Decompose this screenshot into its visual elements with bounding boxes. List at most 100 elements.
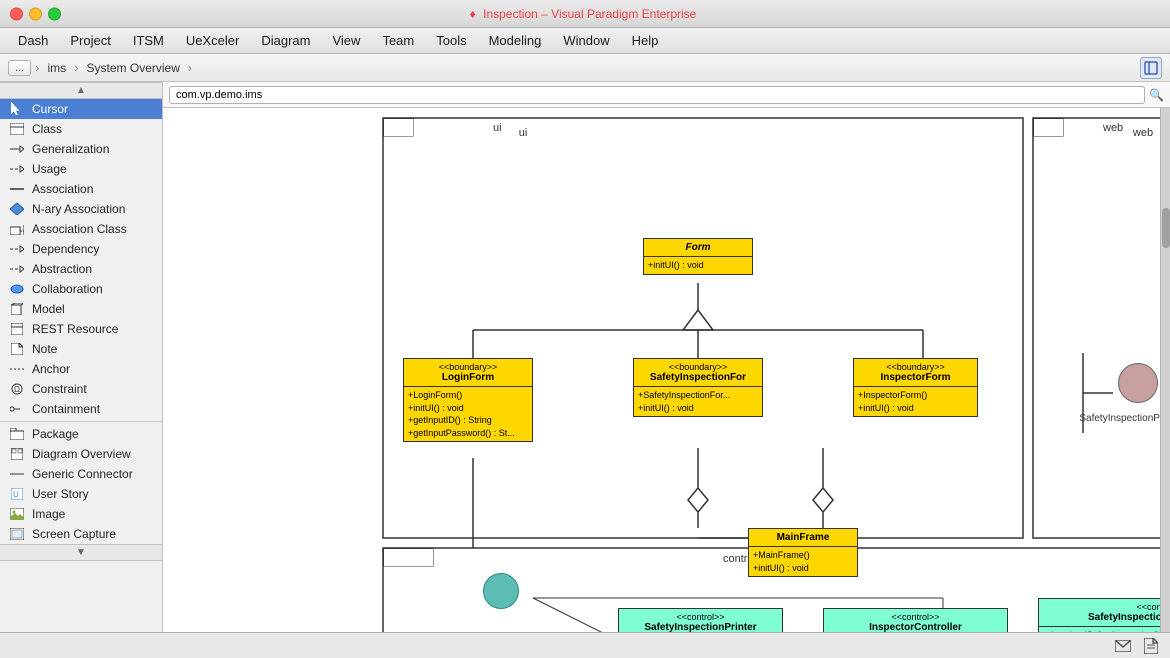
- sidebar-item-nary[interactable]: N-ary Association: [0, 199, 162, 219]
- association-class-icon: [8, 222, 26, 236]
- safety-inspection-page-label: SafetyInspectionPage: [1063, 413, 1160, 424]
- sidebar-label-user-story: User Story: [32, 487, 89, 501]
- sidebar-item-note[interactable]: Note: [0, 339, 162, 359]
- diagram-canvas[interactable]: ui web controller: [163, 108, 1160, 632]
- sidebar-scroll-up[interactable]: ▲: [0, 82, 162, 99]
- safety-inspection-form-box[interactable]: <<boundary>> SafetyInspectionFor +Safety…: [633, 358, 763, 417]
- generic-connector-icon: [8, 467, 26, 481]
- back-button[interactable]: ...: [8, 60, 31, 76]
- sidebar-item-dependency[interactable]: Dependency: [0, 239, 162, 259]
- breadcrumb-sep1: ›: [35, 60, 39, 75]
- sidebar-item-image[interactable]: Image: [0, 504, 162, 524]
- inspector-form-box[interactable]: <<boundary>> InspectorForm +InspectorFor…: [853, 358, 978, 417]
- sidebar-label-association: Association: [32, 182, 93, 196]
- safety-inspection-page-circle[interactable]: [1118, 363, 1158, 403]
- file-button[interactable]: [1140, 635, 1162, 657]
- maximize-button[interactable]: [48, 7, 61, 20]
- mail-button[interactable]: [1112, 635, 1134, 657]
- scrollbar-thumb[interactable]: [1162, 208, 1170, 248]
- minimize-button[interactable]: [29, 7, 42, 20]
- breadcrumb-dropdown[interactable]: ›: [188, 61, 192, 75]
- sidebar-label-dependency: Dependency: [32, 242, 99, 256]
- web-label: web: [1103, 122, 1123, 134]
- menu-item-help[interactable]: Help: [622, 31, 669, 50]
- safety-inspection-printer-box[interactable]: <<control>> SafetyInspectionPrinter +pri…: [618, 608, 783, 632]
- abstraction-icon: [8, 262, 26, 276]
- screen-capture-icon: [8, 527, 26, 541]
- safety-inspection-pda-controller-box[interactable]: <<control>> SafetyInspectionPDAControlle…: [1038, 598, 1160, 632]
- menu-item-tools[interactable]: Tools: [426, 31, 476, 50]
- sidebar-item-user-story[interactable]: U User Story: [0, 484, 162, 504]
- sidebar-item-package[interactable]: Package: [0, 424, 162, 444]
- sidebar-item-screen-capture[interactable]: Screen Capture: [0, 524, 162, 544]
- anchor-icon: [8, 362, 26, 376]
- sidebar-label-note: Note: [32, 342, 57, 356]
- close-button[interactable]: [10, 7, 23, 20]
- search-input[interactable]: [169, 86, 1145, 104]
- sidebar-item-generalization[interactable]: Generalization: [0, 139, 162, 159]
- sidebar-label-containment: Containment: [32, 402, 100, 416]
- form-box[interactable]: Form +initUI() : void: [643, 238, 753, 275]
- form-body: +initUI() : void: [644, 257, 752, 274]
- class-icon: [8, 122, 26, 136]
- menu-item-dash[interactable]: Dash: [8, 31, 58, 50]
- menu-item-modeling[interactable]: Modeling: [479, 31, 552, 50]
- sidebar-label-rest: REST Resource: [32, 322, 118, 336]
- breadcrumb-system-overview[interactable]: System Overview: [83, 61, 184, 75]
- sidebar-item-diagram-overview[interactable]: Diagram Overview: [0, 444, 162, 464]
- sidebar-item-containment[interactable]: Containment: [0, 399, 162, 419]
- sidebar-label-cursor: Cursor: [32, 102, 68, 116]
- window-title: ♦ Inspection – Visual Paradigm Enterpris…: [470, 7, 701, 21]
- sidebar-label-generic-connector: Generic Connector: [32, 467, 133, 481]
- sidebar-item-anchor[interactable]: Anchor: [0, 359, 162, 379]
- sidebar-label-association-class: Association Class: [32, 222, 127, 236]
- sidebar-label-generalization: Generalization: [32, 142, 109, 156]
- scrollbar[interactable]: [1160, 108, 1170, 632]
- breadcrumb: ... › ims › System Overview ›: [0, 54, 1170, 82]
- menu-item-uexceler[interactable]: UeXceler: [176, 31, 249, 50]
- image-icon: [8, 507, 26, 521]
- search-icon[interactable]: 🔍: [1149, 88, 1164, 102]
- web-frame-corner: [1033, 118, 1063, 136]
- containment-icon: [8, 402, 26, 416]
- sidebar-item-collaboration[interactable]: Collaboration: [0, 279, 162, 299]
- sidebar-item-model[interactable]: Model: [0, 299, 162, 319]
- sidebar-label-nary: N-ary Association: [32, 202, 125, 216]
- note-icon: [8, 342, 26, 356]
- menu-item-diagram[interactable]: Diagram: [251, 31, 320, 50]
- sidebar-label-usage: Usage: [32, 162, 67, 176]
- safety-controller-circle: [483, 573, 519, 609]
- menu-item-team[interactable]: Team: [372, 31, 424, 50]
- menu-item-window[interactable]: Window: [553, 31, 619, 50]
- loginform-box[interactable]: <<boundary>> LoginForm +LoginForm() +ini…: [403, 358, 533, 442]
- panel-toggle-button[interactable]: [1140, 57, 1162, 79]
- sidebar-item-abstraction[interactable]: Abstraction: [0, 259, 162, 279]
- breadcrumb-ims[interactable]: ims: [44, 61, 71, 75]
- sidebar-label-constraint: Constraint: [32, 382, 87, 396]
- loginform-stereotype: <<boundary>>: [406, 362, 530, 372]
- menu-item-itsm[interactable]: ITSM: [123, 31, 174, 50]
- sidebar-item-association[interactable]: Association: [0, 179, 162, 199]
- inspector-controller-title: <<control>> InspectorController: [824, 609, 1007, 632]
- sidebar-item-usage[interactable]: Usage: [0, 159, 162, 179]
- sidebar-item-class[interactable]: Class: [0, 119, 162, 139]
- menu-item-project[interactable]: Project: [60, 31, 120, 50]
- mainframe-title: MainFrame: [749, 529, 857, 547]
- menu-item-view[interactable]: View: [322, 31, 370, 50]
- sidebar-item-association-class[interactable]: Association Class: [0, 219, 162, 239]
- controller-frame-corner: [383, 548, 433, 566]
- generalization-icon: [8, 142, 26, 156]
- diagram-overview-icon: [8, 447, 26, 461]
- sidebar-divider: [0, 421, 162, 422]
- rest-icon: [8, 322, 26, 336]
- inspector-controller-box[interactable]: <<control>> InspectorController +loadIns…: [823, 608, 1008, 632]
- sidebar-item-generic-connector[interactable]: Generic Connector: [0, 464, 162, 484]
- sidebar-label-diagram-overview: Diagram Overview: [32, 447, 131, 461]
- mainframe-box[interactable]: MainFrame +MainFrame() +initUI() : void: [748, 528, 858, 577]
- sidebar-item-cursor[interactable]: Cursor: [0, 99, 162, 119]
- sidebar-item-constraint[interactable]: Ω Constraint: [0, 379, 162, 399]
- usage-icon: [8, 162, 26, 176]
- sidebar-scroll-down[interactable]: ▼: [0, 544, 162, 561]
- sidebar-item-rest[interactable]: REST Resource: [0, 319, 162, 339]
- user-story-icon: U: [8, 487, 26, 501]
